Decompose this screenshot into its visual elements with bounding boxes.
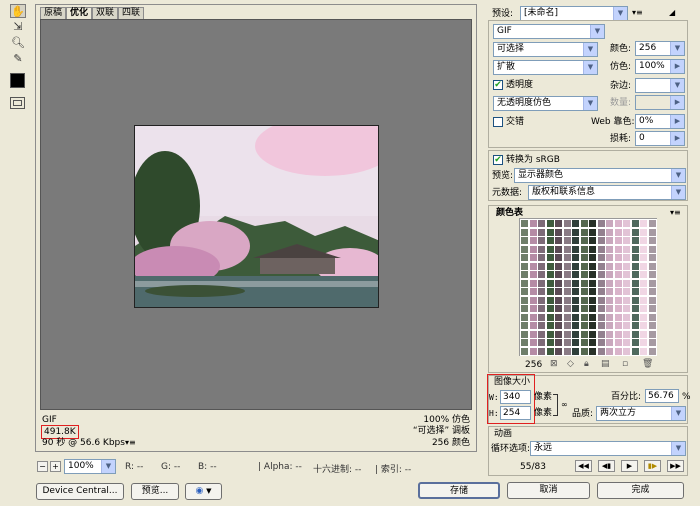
panel-collapse-icon[interactable]: ◢	[669, 7, 675, 19]
preset-menu-icon[interactable]: ▾≡	[632, 7, 643, 19]
percent-label: 百分比:	[611, 392, 642, 402]
color-table-menu-icon[interactable]: ▾≡	[670, 207, 681, 219]
height-label: H:	[489, 409, 499, 418]
chain-link-icon[interactable]: ∞	[561, 399, 568, 411]
loop-label: 循环选项:	[491, 444, 531, 454]
lossy-input[interactable]: 0 ▶	[635, 131, 685, 146]
play-icon[interactable]: ▶	[621, 460, 638, 472]
done-button[interactable]: 完成	[597, 482, 684, 499]
amount-label: 数量:	[610, 98, 632, 108]
percent-unit: %	[682, 392, 691, 402]
eyedropper-color-swatch[interactable]	[10, 73, 25, 88]
cancel-button[interactable]: 取消	[507, 482, 590, 499]
lossy-label: 损耗:	[610, 134, 632, 144]
web-snap-label: Web 靠色:	[591, 117, 635, 127]
height-unit: 像素	[534, 408, 553, 418]
frame-counter: 55/83	[520, 462, 546, 472]
hex-value: 十六进制: --	[313, 465, 362, 475]
height-input[interactable]: 254	[500, 406, 531, 420]
metadata-label: 元数据:	[492, 188, 523, 198]
zoom-tool-icon[interactable]: 🔍︎	[10, 36, 26, 50]
reduction-select[interactable]: 可选择 ▼	[493, 42, 598, 57]
transparency-dither-select[interactable]: 无透明度仿色 ▼	[493, 96, 598, 111]
info-menu-icon[interactable]: ▾≡	[125, 437, 136, 449]
device-central-button[interactable]: Device Central...	[36, 483, 124, 500]
web-snap-input[interactable]: 0% ▶	[635, 114, 685, 129]
delete-color-icon[interactable]: 🗑︎	[642, 358, 653, 370]
preview-label: 预览:	[492, 171, 514, 181]
preview-select[interactable]: 显示器颜色 ▼	[514, 168, 686, 183]
tab-2up[interactable]: 双联	[92, 7, 119, 19]
r-value: R: --	[125, 462, 144, 472]
quality-select[interactable]: 两次立方 ▼	[596, 406, 686, 421]
browser-select-button[interactable]: ◉ ▼	[185, 483, 222, 500]
next-frame-icon[interactable]: ▮▶	[644, 460, 661, 472]
last-frame-icon[interactable]: ▶▶	[667, 460, 684, 472]
width-input[interactable]: 340	[500, 390, 531, 404]
image-size-title: 图像大小	[494, 377, 531, 387]
add-color-icon[interactable]: ▤	[601, 358, 610, 370]
dither-algorithm-select[interactable]: 扩散 ▼	[493, 60, 598, 75]
colors-select[interactable]: 256 ▼	[635, 41, 685, 56]
tab-original[interactable]: 原稿	[40, 7, 67, 19]
tab-4up[interactable]: 四联	[118, 7, 145, 19]
color-swatch[interactable]	[647, 346, 657, 356]
b-value: B: --	[198, 462, 217, 472]
eyedropper-tool-icon[interactable]: ✎	[10, 52, 26, 66]
interlaced-checkbox[interactable]	[493, 117, 503, 127]
tab-optimized[interactable]: 优化	[66, 7, 93, 19]
slice-select-tool-icon[interactable]: ⇲	[10, 20, 26, 34]
map-color-icon[interactable]: ⊠	[550, 358, 558, 370]
zoom-in-icon[interactable]: +	[50, 461, 61, 472]
interlaced-label: 交错	[506, 117, 525, 127]
amount-input: ▶	[635, 95, 685, 110]
zoom-select[interactable]: 100% ▼	[64, 459, 116, 474]
info-colors: 256 颜色	[431, 438, 470, 448]
preset-select[interactable]: [未命名] ▼	[520, 6, 628, 21]
format-select[interactable]: GIF ▼	[493, 24, 605, 39]
dither-amount-input[interactable]: 100% ▶	[635, 59, 685, 74]
save-button[interactable]: 存储	[418, 482, 500, 499]
preview-button[interactable]: 预览...	[131, 483, 179, 500]
transparency-label: 透明度	[506, 80, 534, 90]
color-count: 256	[525, 360, 543, 370]
matte-label: 杂边:	[610, 81, 632, 91]
toggle-slices-icon[interactable]	[10, 97, 25, 109]
g-value: G: --	[161, 462, 181, 472]
web-shift-icon[interactable]: ◇	[567, 358, 574, 370]
width-label: W:	[489, 393, 499, 402]
preset-label: 预设:	[492, 9, 514, 19]
info-download-time: 90 秒 @ 56.6 Kbps	[42, 438, 125, 448]
matte-select[interactable]: ▼	[635, 78, 685, 93]
constrain-bracket	[553, 394, 558, 416]
alpha-value: | Alpha: --	[258, 462, 302, 472]
metadata-select[interactable]: 版权和联系信息 ▼	[528, 185, 686, 200]
info-palette: “可选择” 调板	[412, 426, 470, 436]
lock-color-icon[interactable]: 🔒︎	[584, 358, 589, 370]
convert-srgb-checkbox[interactable]: ✔	[493, 155, 503, 165]
percent-input[interactable]: 56.76	[645, 389, 679, 403]
preview-image	[134, 125, 379, 308]
animation-title: 动画	[494, 429, 513, 439]
colors-label: 颜色:	[610, 44, 632, 54]
quality-label: 品质:	[572, 409, 594, 419]
transparency-checkbox[interactable]: ✔	[493, 80, 503, 90]
index-value: | 索引: --	[375, 465, 412, 475]
browser-icon: ◉	[195, 486, 204, 496]
prev-frame-icon[interactable]: ◀▮	[598, 460, 615, 472]
zoom-out-icon[interactable]: −	[37, 461, 48, 472]
loop-select[interactable]: 永远 ▼	[530, 441, 686, 456]
new-color-icon[interactable]: ▫	[622, 358, 628, 370]
hand-tool-icon[interactable]: ✋	[10, 4, 26, 18]
first-frame-icon[interactable]: ◀◀	[575, 460, 592, 472]
dither-label: 仿色:	[610, 62, 632, 72]
convert-srgb-label: 转换为 sRGB	[506, 155, 560, 165]
width-unit: 像素	[534, 392, 553, 402]
color-table-grid[interactable]	[519, 218, 657, 356]
